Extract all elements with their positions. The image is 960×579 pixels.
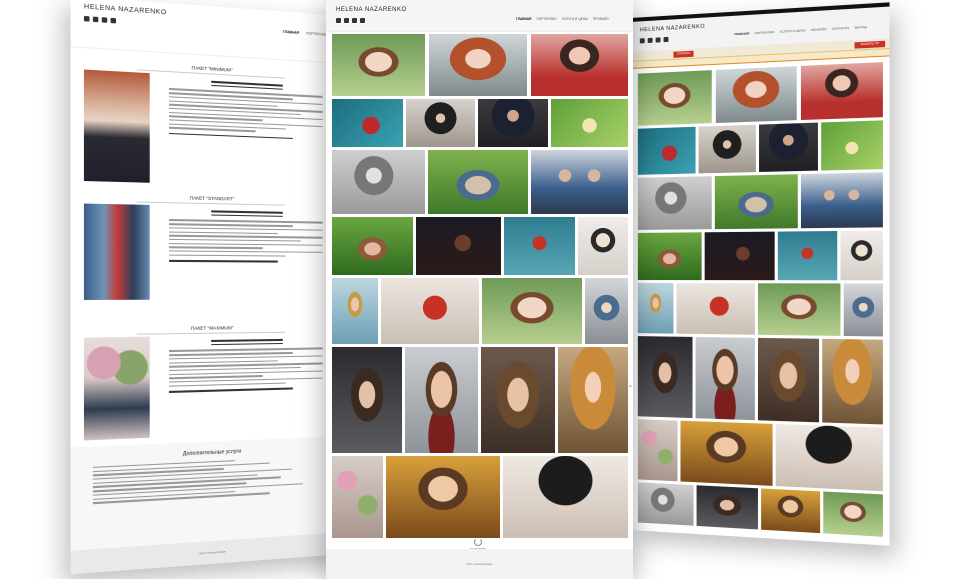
gallery-photo[interactable] [761, 488, 821, 534]
vk-icon[interactable] [83, 15, 90, 22]
nav-profile[interactable]: ПРОФАЙЛ [593, 17, 609, 21]
gallery-photo[interactable] [332, 456, 383, 538]
loading-spinner-icon [474, 538, 482, 546]
gallery-photo[interactable] [558, 347, 628, 453]
gallery-photo[interactable] [478, 99, 548, 147]
facebook-icon[interactable] [647, 37, 653, 44]
package-photo [83, 69, 150, 183]
nav-logout[interactable]: ВЫХОД [855, 25, 867, 30]
gallery-photo[interactable] [698, 124, 756, 174]
gallery-photo[interactable] [757, 283, 841, 336]
portfolio-header: HELENA NAZARENKO ГЛАВНАЯ ПОРТФОЛИО УСЛУГ… [326, 0, 633, 32]
gallery-photo[interactable] [482, 278, 582, 344]
gallery-photo[interactable] [637, 419, 678, 482]
nav-home[interactable]: ГЛАВНАЯ [516, 17, 531, 21]
additional-services-title: Дополнительные услуги [182, 448, 242, 458]
twitter-icon[interactable] [352, 18, 357, 23]
package-card: ПАКЕТ "MAXIMUM" [71, 314, 344, 447]
gallery-photo[interactable] [332, 150, 425, 214]
gallery-photo[interactable] [386, 456, 500, 538]
gallery-photo[interactable] [775, 423, 883, 492]
gallery-photo[interactable] [406, 99, 475, 147]
portfolio-page-screenshot: HELENA NAZARENKO ГЛАВНАЯ ПОРТФОЛИО УСЛУГ… [326, 0, 633, 579]
gallery-photo[interactable] [822, 338, 883, 425]
facebook-icon[interactable] [92, 16, 99, 23]
portfolio-footer: сайт о печатной цвие [326, 549, 633, 579]
gallery-photo[interactable] [800, 172, 883, 229]
package-title: ПАКЕТ "MAXIMUM" [136, 314, 285, 335]
gallery-photo[interactable] [332, 278, 378, 344]
gallery-photo[interactable] [637, 336, 693, 419]
gallery-photo[interactable] [416, 217, 501, 275]
gallery-photo[interactable] [821, 120, 883, 171]
facebook-icon[interactable] [344, 18, 349, 23]
order-tour-button[interactable]: ЗАКАЗАТЬ ТУР [854, 40, 886, 49]
gallery-photo[interactable] [840, 230, 883, 281]
admin-gallery-screenshot: HELENA NAZARENKO ГЛАВНАЯ ПОРТФОЛИО УСЛУГ… [630, 2, 890, 546]
ask-button[interactable]: СПРОСИТЬ [673, 50, 694, 58]
gallery-photo[interactable] [332, 347, 402, 453]
prices-page-screenshot: HELENA NAZARENKO ГЛАВНАЯ ПОРТФОЛИО ПАКЕТ… [70, 0, 344, 575]
gallery-photo[interactable] [777, 230, 838, 281]
gallery-photo[interactable] [578, 217, 628, 275]
package-description [169, 210, 323, 265]
package-description [169, 78, 323, 142]
gallery-photo[interactable] [504, 217, 575, 275]
gallery-photo[interactable] [531, 150, 628, 214]
gallery-photo[interactable] [585, 278, 628, 344]
package-card: ПАКЕТ "STANDART" [71, 182, 344, 316]
gallery-photo[interactable] [759, 122, 818, 172]
gallery-photo[interactable] [800, 62, 883, 121]
vk-icon[interactable] [336, 18, 341, 23]
gallery-photo[interactable] [637, 232, 702, 281]
twitter-icon[interactable] [655, 37, 661, 43]
nav-home[interactable]: ГЛАВНАЯ [734, 31, 749, 36]
gallery-photo[interactable] [428, 150, 528, 214]
gallery-photo[interactable] [695, 336, 755, 421]
gallery-photo[interactable] [704, 231, 775, 281]
gallery-photo[interactable] [332, 217, 413, 275]
nav-portfolio[interactable]: ПОРТФОЛИО [536, 17, 556, 21]
gallery-photo[interactable] [637, 482, 694, 526]
gallery-photo[interactable] [714, 174, 798, 230]
gallery-photo[interactable] [715, 66, 797, 124]
gallery-photo[interactable] [680, 420, 773, 486]
gallery-photo[interactable] [637, 283, 674, 334]
scroll-up-icon[interactable]: ⌃ [627, 384, 634, 393]
package-photo [83, 203, 150, 301]
twitter-icon[interactable] [101, 17, 108, 23]
gallery-photo[interactable] [405, 347, 478, 453]
nav-profile[interactable]: ПРОФАЙЛ [811, 27, 827, 32]
instagram-icon[interactable] [663, 36, 669, 43]
gallery-photo[interactable] [843, 283, 883, 337]
gallery-photo[interactable] [637, 70, 712, 126]
gallery-photo[interactable] [757, 337, 820, 423]
package-card: ПАКЕТ "MINIMUM" [71, 47, 344, 189]
vk-icon[interactable] [639, 38, 645, 44]
site-brand[interactable]: HELENA NAZARENKO [336, 7, 623, 13]
gallery-photo[interactable] [503, 456, 628, 538]
gallery-photo[interactable] [696, 485, 758, 530]
main-nav: ГЛАВНАЯ ПОРТФОЛИО УСЛУГИ И ЦЕНЫ ПРОФАЙЛ [516, 17, 609, 21]
gallery-photo[interactable] [429, 34, 527, 96]
gallery-photo[interactable] [676, 283, 755, 335]
additional-services: Дополнительные услуги [70, 436, 344, 551]
gallery-photo[interactable] [637, 126, 696, 175]
gallery-photo[interactable] [823, 491, 883, 537]
mockup-stage: HELENA NAZARENKO ГЛАВНАЯ ПОРТФОЛИО ПАКЕТ… [0, 0, 960, 579]
gallery-photo[interactable] [332, 34, 425, 96]
instagram-icon[interactable] [360, 18, 365, 23]
package-title: ПАКЕТ "STANDART" [136, 183, 285, 206]
gallery-photo[interactable] [381, 278, 479, 344]
gallery-photo[interactable] [531, 34, 628, 96]
package-photo [83, 336, 150, 441]
nav-services[interactable]: УСЛУГИ И ЦЕНЫ [562, 17, 588, 21]
gallery-photo[interactable] [637, 176, 712, 230]
gallery-photo[interactable] [551, 99, 628, 147]
instagram-icon[interactable] [110, 17, 117, 24]
gallery-photo[interactable] [481, 347, 555, 453]
gallery-photo[interactable] [332, 99, 403, 147]
package-description [169, 338, 323, 395]
